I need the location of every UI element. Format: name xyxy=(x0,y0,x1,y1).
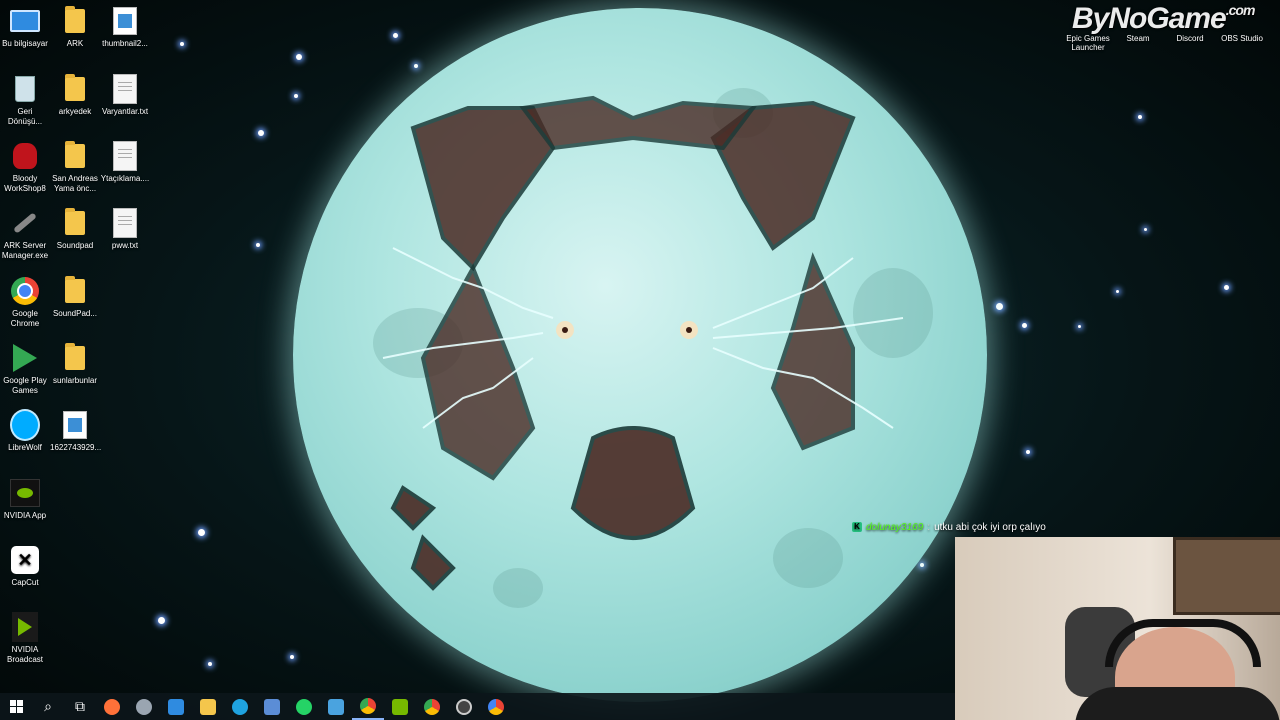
desktop-icon-ytaciklama[interactable]: Ytaçıklama.... xyxy=(100,141,150,184)
folder-icon xyxy=(60,6,90,36)
taskbar: ⌕ ⧉ xyxy=(0,693,955,720)
search-button[interactable]: ⌕ xyxy=(32,693,64,720)
desktop-icon-pww[interactable]: pww.txt xyxy=(100,208,150,251)
librewolf-icon xyxy=(10,409,40,441)
desktop-icon-ark-folder[interactable]: ARK xyxy=(50,6,100,49)
taskbar-store[interactable] xyxy=(160,693,192,720)
desktop-icon-recycle-bin[interactable]: Geri Dönüşü... xyxy=(0,74,50,127)
text-file-icon xyxy=(110,208,140,238)
taskbar-window[interactable] xyxy=(320,693,352,720)
computer-icon xyxy=(10,6,40,36)
folder-icon xyxy=(60,343,90,373)
desktop-icon-san-andreas-folder[interactable]: San Andreas Yama önc... xyxy=(50,141,100,194)
monitor-icon xyxy=(264,698,280,715)
nvidia-broadcast-icon xyxy=(392,698,408,715)
edge-icon xyxy=(232,698,248,715)
bloody-hand-icon xyxy=(10,141,40,171)
taskbar-whatsapp[interactable] xyxy=(288,693,320,720)
window-icon xyxy=(328,698,344,715)
desktop-icon-sunlarbunlar-folder[interactable]: sunlarbunlar xyxy=(50,343,100,386)
image-file-icon xyxy=(60,410,90,440)
taskbar-file-explorer[interactable] xyxy=(192,693,224,720)
chat-text: utku abi çok iyi orp çalıyo xyxy=(934,521,1046,533)
image-file-icon xyxy=(110,6,140,36)
nvidia-icon xyxy=(10,478,40,508)
chat-username: dolunay3169 xyxy=(866,521,924,533)
desktop-icon-this-pc[interactable]: Bu bilgisayar xyxy=(0,6,50,49)
desktop-icon-nvidia-app[interactable]: NVIDIA App xyxy=(0,478,50,521)
play-games-icon xyxy=(10,343,40,373)
taskbar-nvidia-broadcast[interactable] xyxy=(384,693,416,720)
whatsapp-icon xyxy=(296,698,312,715)
obs-icon xyxy=(456,698,472,715)
start-button[interactable] xyxy=(0,693,32,720)
chat-platform-icon: K xyxy=(852,522,862,532)
taskbar-chrome-3[interactable] xyxy=(480,693,512,720)
app-icon xyxy=(136,698,152,715)
desktop-icon-librewolf[interactable]: LibreWolf xyxy=(0,409,50,453)
discord-shortcut[interactable]: Discord xyxy=(1168,8,1212,43)
file-explorer-icon xyxy=(200,698,216,715)
chrome-icon xyxy=(10,276,40,306)
desktop-icon-google-play-games[interactable]: Google Play Games xyxy=(0,343,50,396)
taskbar-app[interactable] xyxy=(128,693,160,720)
taskbar-obs[interactable] xyxy=(448,693,480,720)
firefox-icon xyxy=(104,698,120,715)
wolf-illustration xyxy=(382,95,904,591)
obs-shortcut[interactable]: OBS Studio xyxy=(1220,8,1264,43)
store-icon xyxy=(168,698,184,715)
chrome-icon xyxy=(424,698,440,715)
desktop-icon-google-chrome[interactable]: Google Chrome xyxy=(0,276,50,329)
taskbar-chrome[interactable] xyxy=(352,693,384,720)
task-view-icon: ⧉ xyxy=(75,698,85,714)
moon-wallpaper xyxy=(293,8,987,702)
desktop-icon-ark-server-manager[interactable]: ARK Server Manager.exe xyxy=(0,208,50,261)
epic-games-shortcut[interactable]: Epic Games Launcher xyxy=(1066,8,1110,52)
chrome-icon xyxy=(488,698,504,715)
desktop-icon-arkyedek-folder[interactable]: arkyedek xyxy=(50,74,100,117)
taskbar-edge[interactable] xyxy=(224,693,256,720)
desktop-icon-capcut[interactable]: ✕ CapCut xyxy=(0,545,50,588)
recycle-bin-icon xyxy=(10,74,40,104)
nvidia-broadcast-icon xyxy=(10,612,40,642)
text-file-icon xyxy=(110,74,140,104)
desktop-icon-bloody-workshop[interactable]: Bloody WorkShop8 xyxy=(0,141,50,194)
start-icon xyxy=(9,700,23,713)
desktop-icon-image-file[interactable]: 1622743929... xyxy=(50,410,101,453)
folder-icon xyxy=(60,74,90,104)
desktop-icon-nvidia-broadcast[interactable]: NVIDIA Broadcast xyxy=(0,612,50,665)
taskbar-firefox[interactable] xyxy=(96,693,128,720)
wrench-icon xyxy=(10,208,40,238)
webcam-overlay xyxy=(955,537,1280,720)
text-file-icon xyxy=(110,141,140,171)
desktop-icon-thumbnail[interactable]: thumbnail2... xyxy=(100,6,150,49)
desktop-icon-soundpad2-folder[interactable]: SoundPad... xyxy=(50,276,100,319)
folder-icon xyxy=(60,276,90,306)
folder-icon xyxy=(60,208,90,238)
desktop-icon-varyantlar[interactable]: Varyantlar.txt xyxy=(100,74,150,117)
desktop-icon-soundpad-folder[interactable]: Soundpad xyxy=(50,208,100,251)
folder-icon xyxy=(60,141,90,171)
chrome-icon xyxy=(360,697,376,714)
capcut-icon: ✕ xyxy=(10,545,40,575)
search-icon: ⌕ xyxy=(44,698,52,714)
task-view-button[interactable]: ⧉ xyxy=(64,693,96,720)
taskbar-chrome-2[interactable] xyxy=(416,693,448,720)
steam-shortcut[interactable]: Steam xyxy=(1116,8,1160,43)
stream-chat-message: K dolunay3169 : utku abi çok iyi orp çal… xyxy=(852,520,1046,534)
taskbar-monitor[interactable] xyxy=(256,693,288,720)
